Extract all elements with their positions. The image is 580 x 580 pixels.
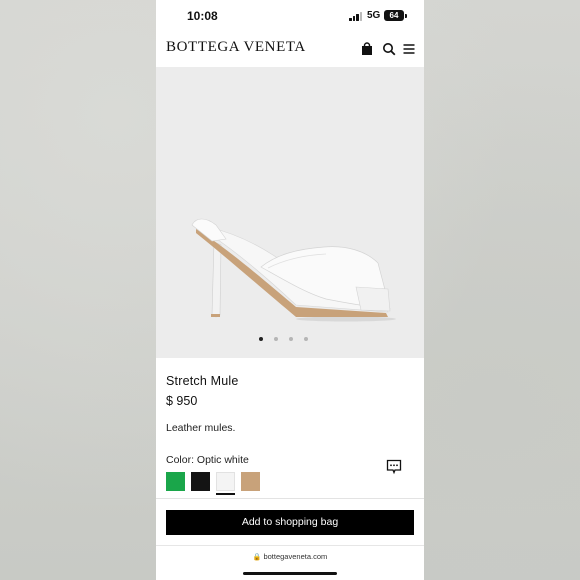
product-price: $ 950 <box>166 394 198 408</box>
menu-icon[interactable] <box>402 42 416 56</box>
network-type: 5G <box>367 10 381 21</box>
product-description: Leather mules. <box>166 422 236 434</box>
lock-icon: 🔒 <box>252 554 262 561</box>
search-icon[interactable] <box>382 42 396 56</box>
swatch-black[interactable] <box>191 472 210 491</box>
shopping-bag-icon[interactable] <box>360 42 374 56</box>
product-image <box>191 218 396 322</box>
cellular-signal-icon <box>349 12 363 21</box>
chat-icon[interactable] <box>386 459 402 475</box>
brand-logo[interactable]: BOTTEGA VENETA <box>166 39 306 56</box>
carousel-dot-4[interactable] <box>304 337 308 341</box>
carousel-dot-3[interactable] <box>289 337 293 341</box>
divider <box>156 498 424 499</box>
carousel-dot-2[interactable] <box>274 337 278 341</box>
carousel-pagination <box>156 337 424 343</box>
swatch-tan[interactable] <box>241 472 260 491</box>
phone-screen: 10:08 5G 64 BOTTEGA VENETA Stretch Mule … <box>156 0 424 580</box>
swatch-green[interactable] <box>166 472 185 491</box>
site-header: BOTTEGA VENETA <box>156 32 424 66</box>
home-indicator[interactable] <box>243 572 337 575</box>
add-to-bag-button[interactable]: Add to shopping bag <box>166 510 414 535</box>
carousel-dot-1[interactable] <box>259 337 263 341</box>
browser-url-bar[interactable]: 🔒 bottegaveneta.com <box>156 552 424 566</box>
divider <box>156 545 424 546</box>
battery-icon: 64 <box>384 10 407 21</box>
status-time: 10:08 <box>187 9 218 23</box>
url-text: bottegaveneta.com <box>263 552 328 561</box>
product-name: Stretch Mule <box>166 374 239 388</box>
swatch-optic-white[interactable] <box>216 472 235 491</box>
selected-swatch-indicator <box>216 493 235 495</box>
status-bar: 10:08 5G 64 <box>156 0 424 32</box>
product-image-carousel[interactable] <box>156 67 424 358</box>
color-label: Color: Optic white <box>166 454 249 466</box>
